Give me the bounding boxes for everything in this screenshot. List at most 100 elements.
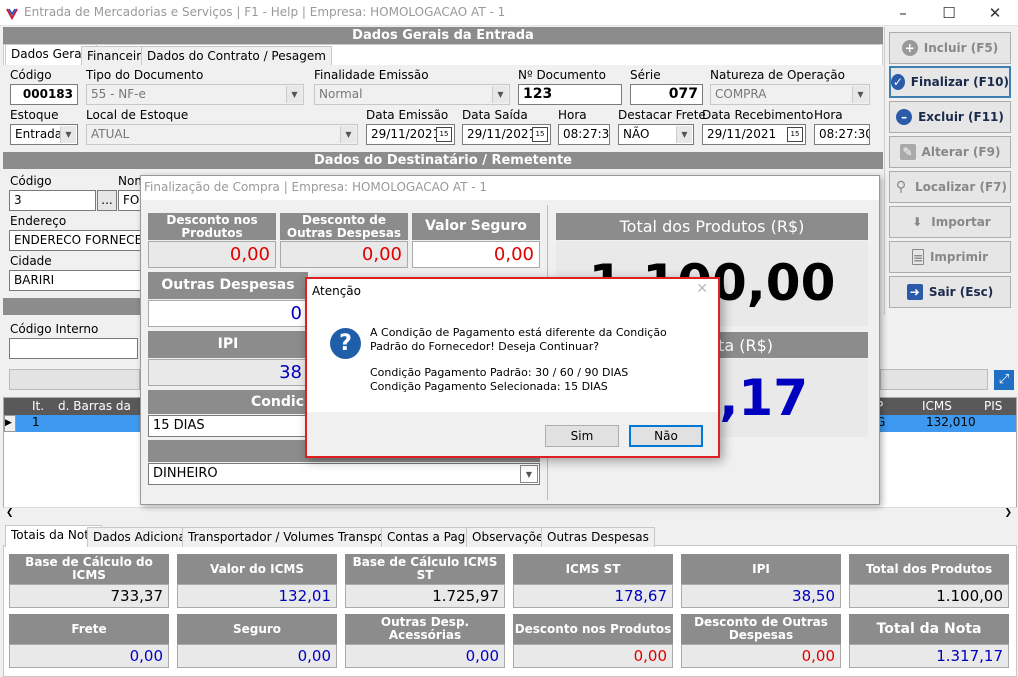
calendar-icon[interactable]: 15 — [787, 127, 803, 142]
local-estoque-label: Local de Estoque — [86, 108, 189, 122]
localizar-button[interactable]: ⚲ Localizar (F7) — [889, 171, 1011, 203]
incluir-button[interactable]: + Incluir (F5) — [889, 32, 1011, 64]
app-logo-icon — [6, 8, 18, 20]
cidade-field[interactable]: BARIRI — [9, 270, 142, 291]
total-label: Valor do ICMS — [177, 554, 337, 584]
tab-outras-despesas[interactable]: Outras Despesas — [541, 527, 655, 547]
valor-seguro-label: Valor Seguro — [412, 213, 540, 240]
tipo-select[interactable]: DINHEIRO ▼ — [148, 463, 540, 485]
destacar-frete-select[interactable]: NÃO ▼ — [618, 124, 694, 145]
codigo-field[interactable]: 000183 — [10, 84, 78, 105]
data-recebimento-label: Data Recebimento — [702, 108, 814, 122]
total-label: Seguro — [177, 614, 337, 644]
minimize-icon[interactable]: – — [880, 0, 926, 26]
destacar-frete-label: Destacar Frete — [618, 108, 706, 122]
estoque-label: Estoque — [10, 108, 59, 122]
total-value: 1.100,00 — [849, 584, 1009, 608]
finalizar-button[interactable]: ✓ Finalizar (F10) — [889, 66, 1011, 98]
chevron-down-icon: ▼ — [340, 126, 356, 143]
data-emissao-field[interactable]: 29/11/2021 15 — [366, 124, 455, 145]
codigo-interno-field[interactable] — [9, 338, 138, 359]
total-value: 0,00 — [681, 644, 841, 668]
yes-button[interactable]: Sim — [545, 425, 619, 447]
total-label: IPI — [681, 554, 841, 584]
add-item-bar-right[interactable] — [880, 369, 988, 390]
sair-button[interactable]: ➜ Sair (Esc) — [889, 276, 1011, 308]
total-label: Total da Nota — [849, 614, 1009, 644]
row-indicator-icon: ▶ — [4, 415, 16, 432]
dialog-title: Atenção — [312, 284, 361, 298]
serie-field[interactable]: 077 — [630, 84, 703, 105]
outras-despesas-label: Outras Despesas — [148, 272, 308, 299]
total-label: Desconto nos Produtos — [513, 614, 673, 644]
row-icms: 132,010 — [926, 415, 976, 429]
calendar-icon[interactable]: 15 — [532, 127, 548, 142]
total-value: 0,00 — [9, 644, 169, 668]
outras-despesas-field[interactable]: 0 — [148, 300, 308, 327]
data-saida-field[interactable]: 29/11/2021 15 — [462, 124, 551, 145]
tab-dados-contrato[interactable]: Dados do Contrato / Pesagem — [141, 46, 332, 66]
finalidade-label: Finalidade Emissão — [314, 68, 429, 82]
valor-seguro-field[interactable]: 0,00 — [412, 241, 540, 268]
codigo-label: Código — [10, 68, 52, 82]
table-row[interactable]: 1 — [16, 415, 142, 432]
total-value: 733,37 — [9, 584, 169, 608]
condicao-select[interactable]: 15 DIAS — [148, 415, 308, 437]
importar-button[interactable]: ⬇ Importar — [889, 206, 1011, 238]
total-label: Base de Cálculo do ICMS — [9, 554, 169, 584]
confirm-dialog: Atenção ✕ ? A Condição de Pagamento está… — [305, 277, 720, 458]
chevron-down-icon: ▼ — [60, 126, 76, 143]
dest-codigo-field[interactable]: 3 — [9, 190, 96, 211]
grid-header-left: It. d. Barras da Un. — [4, 398, 142, 430]
import-icon: ⬇ — [912, 215, 923, 229]
scroll-left-icon[interactable]: ❮ — [6, 508, 14, 518]
total-value: 1.317,17 — [849, 644, 1009, 668]
condicao-label: Condic — [148, 390, 308, 414]
finalizacao-title: Finalização de Compra | Empresa: HOMOLOG… — [141, 176, 879, 200]
total-label: Outras Desp. Acessórias — [345, 614, 505, 644]
data-saida-label: Data Saída — [462, 108, 528, 122]
total-label: Frete — [9, 614, 169, 644]
hora-label: Hora — [558, 108, 587, 122]
plus-icon: + — [901, 40, 918, 56]
dialog-message: A Condição de Pagamento está diferente d… — [370, 326, 667, 353]
col-pis: PIS — [984, 399, 1003, 413]
hora-field[interactable]: 08:27:30 — [558, 124, 610, 145]
estoque-select[interactable]: Entrada ▼ — [10, 124, 78, 145]
section-destinatario: Dados do Destinatário / Remetente — [3, 152, 883, 169]
total-value: 38,50 — [681, 584, 841, 608]
dialog-close-icon[interactable]: ✕ — [696, 281, 708, 297]
check-icon: ✓ — [891, 74, 905, 90]
grid-header-right: P ICMS PIS — [866, 398, 1016, 415]
tipo-documento-select[interactable]: 55 - NF-e ▼ — [86, 84, 304, 105]
lookup-button[interactable]: ... — [97, 190, 117, 211]
no-button[interactable]: Não — [629, 425, 703, 447]
calendar-icon[interactable]: 15 — [436, 127, 452, 142]
add-item-bar[interactable] — [9, 369, 140, 390]
maximize-icon[interactable]: ☐ — [926, 0, 972, 26]
finalidade-select[interactable]: Normal ▼ — [314, 84, 510, 105]
desc-outras-label: Desconto de Outras Despesas — [280, 213, 408, 240]
ipi-label: IPI — [148, 331, 308, 358]
window-titlebar: Entrada de Mercadorias e Serviços | F1 -… — [0, 0, 1018, 26]
close-icon[interactable]: ✕ — [972, 0, 1018, 26]
excluir-button[interactable]: – Excluir (F11) — [889, 101, 1011, 133]
question-icon: ? — [330, 328, 361, 359]
alterar-button[interactable]: ✎ Alterar (F9) — [889, 136, 1011, 168]
table-row-right[interactable]: G 132,010 — [866, 415, 1016, 432]
dest-nome-field[interactable]: FOF — [118, 190, 142, 211]
data-recebimento-field[interactable]: 29/11/2021 15 — [702, 124, 806, 145]
local-estoque-select[interactable]: ATUAL ▼ — [86, 124, 358, 145]
minus-icon: – — [896, 109, 913, 125]
endereco-field[interactable]: ENDERECO FORNECEDO — [9, 230, 142, 251]
section-bar — [3, 298, 143, 315]
n-documento-field[interactable]: 123 — [518, 84, 622, 105]
scroll-right-icon[interactable]: ❯ — [1004, 508, 1012, 518]
imprimir-button[interactable]: ≡ Imprimir — [889, 241, 1011, 273]
horizontal-scrollbar[interactable]: ❮ ❯ — [3, 507, 1017, 522]
expand-icon[interactable]: ⤢ — [994, 370, 1014, 390]
natureza-label: Natureza de Operação — [710, 68, 845, 82]
hora2-field[interactable]: 08:27:30 — [814, 124, 870, 145]
total-label: Base de Cálculo ICMS ST — [345, 554, 505, 584]
natureza-select[interactable]: COMPRA ▼ — [710, 84, 870, 105]
